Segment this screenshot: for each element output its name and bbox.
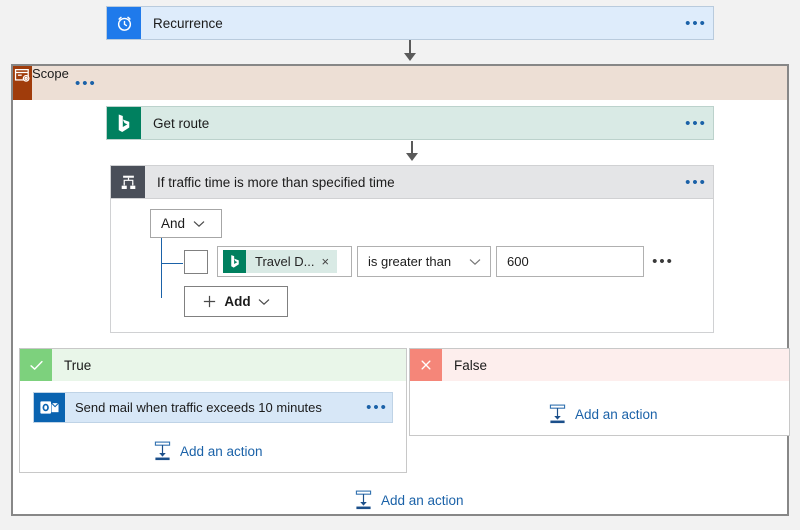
send-mail-overflow-menu[interactable]: ••• [362, 393, 392, 422]
scope-overflow-menu[interactable]: ••• [69, 66, 103, 100]
branch-true-label: True [52, 349, 406, 381]
condition-value-input[interactable]: 600 [496, 246, 644, 277]
alarm-clock-icon [107, 7, 141, 39]
get-route-title: Get route [141, 107, 679, 139]
branch-false-header: False [410, 349, 789, 381]
dynamic-content-token[interactable]: Travel D... × [223, 250, 337, 273]
add-action-true-label: Add an action [180, 444, 263, 459]
condition-body: And Travel D... × is greater than [110, 199, 714, 333]
token-label: Travel D... [246, 254, 321, 269]
checkmark-icon [20, 349, 52, 381]
add-condition-button[interactable]: Add [184, 286, 288, 317]
outlook-icon [34, 393, 65, 422]
condition-overflow-menu[interactable]: ••• [679, 166, 713, 198]
insert-step-icon [153, 441, 172, 461]
condition-row-checkbox[interactable] [184, 250, 208, 274]
condition-title: If traffic time is more than specified t… [145, 166, 679, 198]
condition-branch-icon [111, 166, 145, 198]
bing-maps-icon [223, 250, 246, 273]
scope-header[interactable]: Scope ••• [13, 66, 787, 100]
chevron-down-icon [469, 258, 481, 266]
plus-icon [202, 294, 217, 309]
scope-gear-icon [13, 66, 32, 100]
bing-maps-icon [107, 107, 141, 139]
insert-step-icon [548, 404, 567, 424]
branch-false-label: False [442, 349, 789, 381]
trigger-title: Recurrence [141, 7, 679, 39]
insert-step-icon [354, 490, 373, 510]
trigger-card-recurrence[interactable]: Recurrence ••• [106, 6, 714, 40]
condition-row-overflow-menu[interactable]: ••• [650, 247, 676, 275]
get-route-overflow-menu[interactable]: ••• [679, 107, 713, 139]
cross-icon [410, 349, 442, 381]
condition-tree-connector [161, 238, 184, 298]
scope-title: Scope [32, 66, 69, 100]
logical-operator-value: And [161, 216, 185, 231]
action-card-send-mail[interactable]: Send mail when traffic exceeds 10 minute… [33, 392, 393, 423]
add-action-scope-label: Add an action [381, 493, 464, 508]
action-card-get-route[interactable]: Get route ••• [106, 106, 714, 140]
add-action-false-branch[interactable]: Add an action [548, 404, 658, 424]
add-condition-label: Add [224, 294, 250, 309]
designer-canvas: Recurrence ••• Scope ••• Get route ••• [0, 0, 800, 530]
connector-arrowhead-trigger-scope [404, 53, 416, 61]
add-action-true-branch[interactable]: Add an action [153, 441, 263, 461]
branch-true-header: True [20, 349, 406, 381]
token-remove-icon[interactable]: × [321, 254, 337, 269]
chevron-down-icon [193, 220, 205, 228]
connector-arrowhead-getroute-condition [406, 153, 418, 161]
chevron-down-icon [258, 298, 270, 306]
condition-operator-dropdown[interactable]: is greater than [357, 246, 491, 277]
condition-card-header[interactable]: If traffic time is more than specified t… [110, 165, 714, 199]
condition-operator-value: is greater than [368, 254, 451, 269]
add-action-false-label: Add an action [575, 407, 658, 422]
send-mail-title: Send mail when traffic exceeds 10 minute… [65, 393, 362, 422]
add-action-scope[interactable]: Add an action [354, 490, 464, 510]
logical-operator-dropdown[interactable]: And [150, 209, 222, 238]
trigger-overflow-menu[interactable]: ••• [679, 7, 713, 39]
condition-left-operand-field[interactable]: Travel D... × [217, 246, 352, 277]
